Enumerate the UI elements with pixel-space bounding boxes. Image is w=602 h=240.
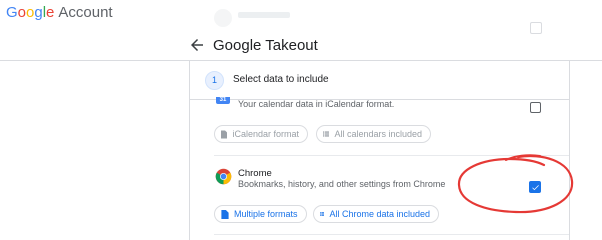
calendar-description: Your calendar data in iCalendar format.: [238, 99, 395, 109]
calendar-icon: 31: [216, 97, 230, 104]
google-account-logo[interactable]: Google Account: [6, 4, 113, 22]
file-icon: [221, 209, 229, 219]
faded-product-icon: [214, 9, 232, 27]
faded-product-checkbox: [530, 22, 542, 34]
calendar-format-label: iCalendar format: [232, 129, 299, 139]
list-icon: [323, 131, 330, 137]
list-icon: [320, 212, 325, 216]
chrome-format-button[interactable]: Multiple formats: [214, 205, 307, 223]
page-title: Google Takeout: [213, 37, 318, 54]
file-icon: [221, 129, 228, 139]
calendar-scope-label: All calendars included: [334, 129, 422, 139]
chrome-description: Bookmarks, history, and other settings f…: [238, 179, 446, 189]
faded-product-title: [238, 12, 290, 18]
calendar-scope-button[interactable]: All calendars included: [316, 125, 431, 143]
row-divider: [214, 234, 569, 235]
brand-account-label: Account: [58, 4, 113, 21]
step-number-badge: 1: [205, 71, 224, 90]
chrome-format-label: Multiple formats: [234, 209, 298, 219]
chrome-scope-button[interactable]: All Chrome data included: [313, 205, 439, 223]
step-title: Select data to include: [233, 74, 329, 85]
calendar-format-button[interactable]: iCalendar format: [214, 125, 308, 143]
arrow-back-icon[interactable]: [188, 36, 206, 54]
chrome-scope-label: All Chrome data included: [329, 209, 430, 219]
chrome-icon: [215, 168, 232, 185]
calendar-checkbox[interactable]: [530, 102, 541, 113]
annotation-circle: [457, 154, 574, 214]
chrome-product-name: Chrome: [238, 168, 272, 179]
